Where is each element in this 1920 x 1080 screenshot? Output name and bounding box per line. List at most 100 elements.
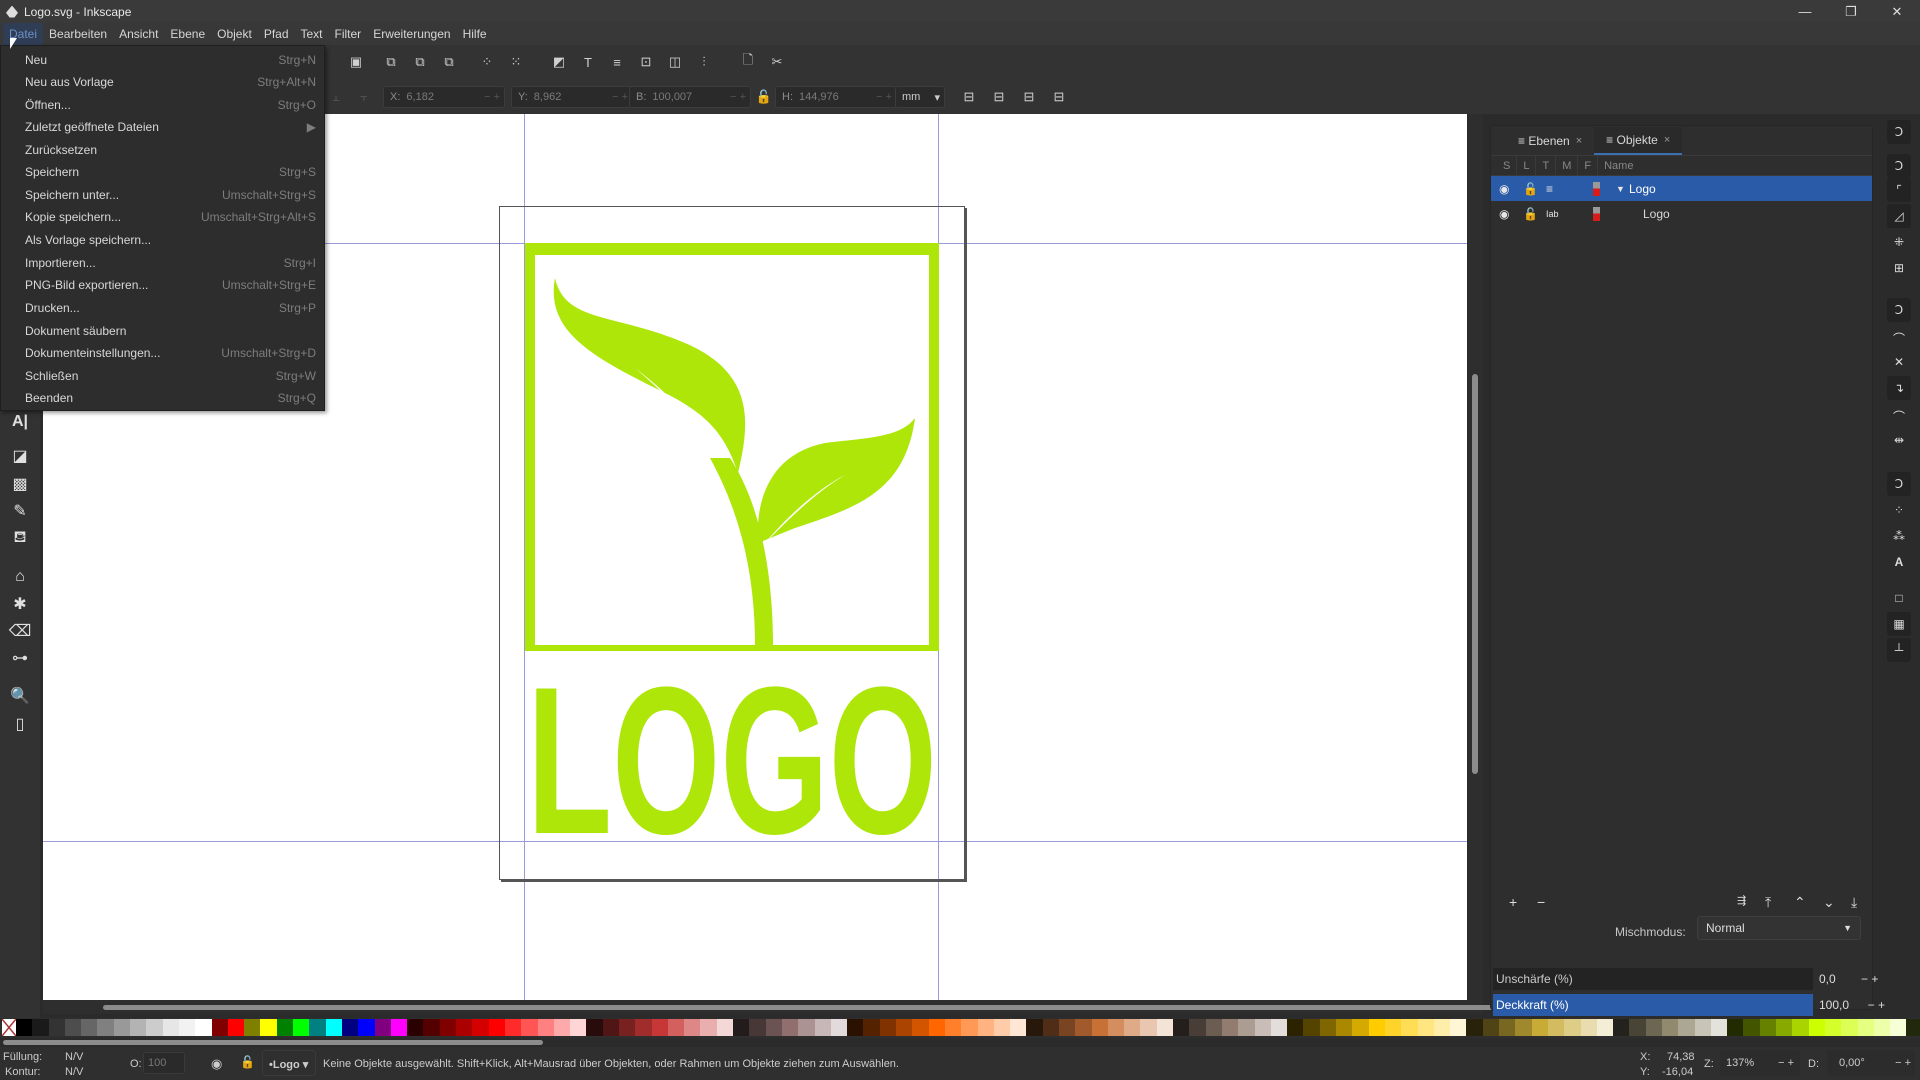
palette-swatch[interactable] (1499, 1019, 1516, 1036)
objects-icon[interactable]: ◫ (666, 53, 684, 71)
snap-center-icon[interactable]: ⁘ (1887, 498, 1911, 522)
move-to-layer-icon[interactable]: ⇶ (1737, 894, 1746, 907)
palette-swatch[interactable] (1384, 1019, 1402, 1036)
palette-swatch[interactable] (1189, 1019, 1206, 1036)
object-name[interactable]: Logo (1629, 182, 1656, 196)
snap-bbox-corner-icon[interactable]: ◿ (1887, 204, 1911, 228)
snap-text-baseline-icon[interactable]: A (1887, 550, 1911, 574)
column-name[interactable]: Name (1598, 156, 1639, 176)
snap-grid-icon[interactable]: ▦ (1887, 612, 1911, 636)
eye-icon[interactable]: ◉ (1499, 207, 1509, 221)
lower-icon[interactable]: ⫟ (355, 88, 373, 106)
paste-icon[interactable]: ▣ (347, 53, 365, 71)
palette-swatch[interactable] (358, 1019, 375, 1036)
palette-swatch[interactable] (667, 1019, 685, 1036)
palette-swatch[interactable] (1678, 1019, 1695, 1036)
palette-swatch[interactable] (765, 1019, 782, 1036)
palette-swatch[interactable] (195, 1019, 212, 1036)
menu-pfad[interactable]: Pfad (258, 23, 295, 45)
palette-swatch[interactable] (48, 1019, 65, 1036)
clone-icon[interactable]: ⧉ (411, 53, 429, 71)
palette-swatch[interactable] (521, 1019, 538, 1036)
snap-guide-icon[interactable]: ┴ (1887, 638, 1911, 662)
snap-midpoint-icon[interactable]: ⇹ (1887, 428, 1911, 452)
palette-swatch[interactable] (586, 1019, 603, 1036)
opacity-slider[interactable]: Deckkraft (%) 100,0 − + (1493, 994, 1885, 1016)
palette-swatch[interactable] (618, 1019, 636, 1036)
palette-swatch[interactable] (1776, 1019, 1793, 1036)
unlock-icon[interactable]: 🔓 (1523, 182, 1538, 196)
file-menu-item[interactable]: Zurücksetzen (1, 139, 324, 161)
palette-swatch[interactable] (1287, 1019, 1304, 1036)
palette-swatch[interactable] (1156, 1019, 1174, 1036)
palette-swatch[interactable] (944, 1019, 962, 1036)
palette-swatch[interactable] (977, 1019, 994, 1036)
tab-objekte[interactable]: ≡ Objekte × (1594, 127, 1683, 155)
vertical-scrollbar[interactable] (1469, 114, 1483, 1000)
xml-editor-icon[interactable]: ⊡ (637, 53, 655, 71)
palette-swatch[interactable] (879, 1019, 897, 1036)
palette-swatch[interactable] (1336, 1019, 1353, 1036)
palette-swatch[interactable] (390, 1019, 408, 1036)
scale-corners-icon[interactable]: ⊟ (990, 88, 1008, 106)
palette-swatch[interactable] (113, 1019, 131, 1036)
logo-artwork[interactable]: LOGO (525, 243, 939, 843)
blend-mode-select[interactable]: Normal ▼ (1697, 916, 1861, 940)
stroke-value[interactable]: N/V (65, 1066, 83, 1078)
palette-swatch[interactable] (830, 1019, 848, 1036)
rotation-field[interactable]: 0,00° − + (1827, 1050, 1915, 1076)
palette-swatch[interactable] (716, 1019, 734, 1036)
palette-swatch[interactable] (961, 1019, 978, 1036)
close-tab-icon[interactable]: × (1664, 134, 1670, 146)
eraser-tool-icon[interactable]: ⌫ (9, 620, 32, 642)
palette-swatch[interactable] (81, 1019, 98, 1036)
palette-swatch[interactable] (1645, 1019, 1662, 1036)
x-field[interactable]: X: 6,182− + (383, 86, 505, 108)
palette-swatch[interactable] (162, 1019, 179, 1036)
palette-swatch[interactable] (1694, 1019, 1711, 1036)
palette-swatch[interactable] (912, 1019, 929, 1036)
palette-swatch[interactable] (537, 1019, 554, 1036)
palette-swatch[interactable] (1613, 1019, 1630, 1036)
palette-swatch[interactable] (1743, 1019, 1760, 1036)
menu-filter[interactable]: Filter (329, 23, 368, 45)
duplicate-icon[interactable]: ⧉ (382, 53, 400, 71)
file-menu-item[interactable]: Kopie speichern... Umschalt+Strg+Alt+S (1, 206, 324, 228)
palette-swatch[interactable] (341, 1019, 359, 1036)
palette-swatch[interactable] (1629, 1019, 1646, 1036)
palette-swatch[interactable] (1107, 1019, 1125, 1036)
palette-swatch[interactable] (1824, 1019, 1842, 1036)
palette-swatch[interactable] (260, 1019, 277, 1036)
snap-bbox-midpoint-icon[interactable]: ⁜ (1887, 230, 1911, 254)
palette-swatch[interactable] (1417, 1019, 1434, 1036)
palette-swatch[interactable] (1450, 1019, 1467, 1036)
palette-swatch[interactable] (814, 1019, 831, 1036)
file-menu-item[interactable]: PNG-Bild exportieren... Umschalt+Strg+E (1, 274, 324, 296)
palette-swatch[interactable] (798, 1019, 815, 1036)
snap-intersection-icon[interactable]: ✕ (1887, 350, 1911, 374)
palette-swatch[interactable] (1010, 1019, 1027, 1036)
lock-ratio-icon[interactable]: 🔓 (755, 88, 773, 106)
palette-swatch[interactable] (1580, 1019, 1597, 1036)
document-properties-icon[interactable]: 🗋 (739, 52, 757, 71)
align-icon[interactable]: ⫶ (695, 53, 713, 71)
horizontal-scroll-thumb[interactable] (103, 1005, 1493, 1010)
palette-swatch[interactable] (1270, 1019, 1288, 1036)
palette-scrollbar[interactable] (3, 1040, 543, 1045)
eye-icon[interactable]: ◉ (1499, 182, 1509, 196)
palette-swatch[interactable] (16, 1019, 33, 1036)
palette-swatch[interactable] (700, 1019, 717, 1036)
palette-swatch[interactable] (178, 1019, 196, 1036)
palette-swatch[interactable] (993, 1019, 1011, 1036)
snap-others-icon[interactable]: Ↄ (1887, 472, 1911, 496)
palette-swatch[interactable] (1727, 1019, 1744, 1036)
move-patterns-icon[interactable]: ⊟ (1050, 88, 1068, 106)
palette-swatch[interactable] (244, 1019, 261, 1036)
object-name[interactable]: Logo (1643, 207, 1670, 221)
snap-bbox-edge-icon[interactable]: ⌜ (1887, 178, 1911, 202)
maximize-button[interactable]: ❐ (1828, 0, 1874, 23)
column-visibility[interactable]: S (1497, 155, 1518, 176)
palette-swatch[interactable] (1710, 1019, 1728, 1036)
snap-toggle-icon[interactable]: Ↄ (1887, 120, 1911, 144)
width-field[interactable]: B: 100,007− + (629, 86, 751, 108)
